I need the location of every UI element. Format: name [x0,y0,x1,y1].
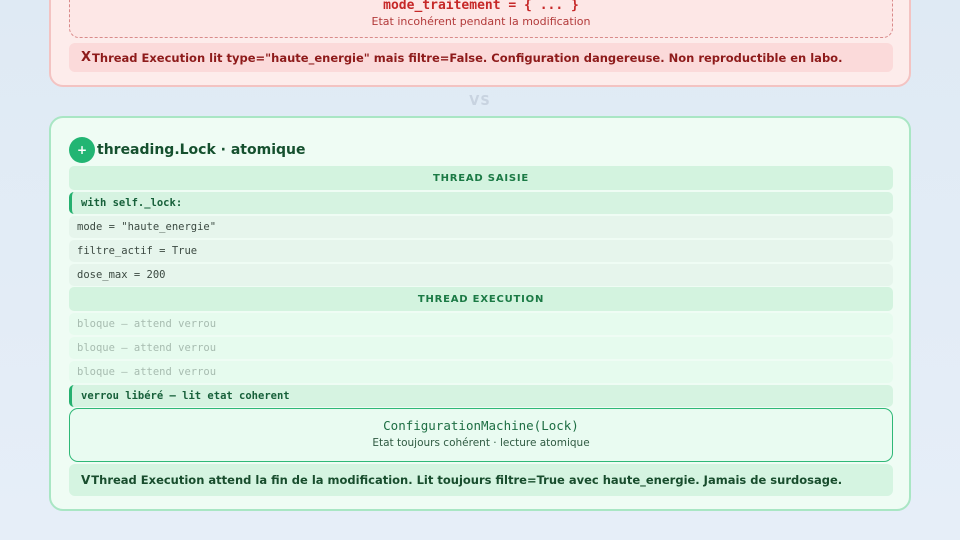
unsafe-machine-subtitle: Etat incohérent pendant la modification [371,15,591,28]
unsafe-verdict: X Thread Execution lit type="haute_energ… [69,43,893,72]
saisie-row-lock: with self._lock: [69,192,893,214]
execution-row-blocked: bloque — attend verrou [69,361,893,383]
saisie-row-mode: mode = "haute_energie" [69,216,893,238]
execution-row-released: verrou libéré — lit etat coherent [69,385,893,407]
unsafe-scenario-card: mode_traitement = { ... } Etat incohéren… [49,0,911,87]
locked-card-header: + threading.Lock · atomique [69,137,305,163]
locked-machine-subtitle: Etat toujours cohérent · lecture atomiqu… [372,437,590,449]
locked-machine-title: ConfigurationMachine(Lock) [383,418,579,433]
unsafe-machine-state-box: mode_traitement = { ... } Etat incohéren… [69,0,893,38]
unsafe-machine-title: mode_traitement = { ... } [383,0,579,13]
execution-row-blocked: bloque — attend verrou [69,337,893,359]
locked-card-title: threading.Lock · atomique [97,142,306,158]
locked-scenario-card: + threading.Lock · atomique THREAD SAISI… [49,116,911,511]
locked-verdict: V Thread Execution attend la fin de la m… [69,464,893,496]
locked-verdict-text: Thread Execution attend la fin de la mod… [91,473,843,487]
check-icon: V [81,473,91,487]
cross-icon: X [81,50,92,65]
unsafe-verdict-text: Thread Execution lit type="haute_energie… [92,50,843,65]
plus-icon: + [69,137,95,163]
thread-saisie-label: THREAD SAISIE [69,166,893,190]
thread-execution-label: THREAD EXECUTION [69,287,893,311]
vs-separator: VS [469,94,491,109]
locked-machine-state-box: ConfigurationMachine(Lock) Etat toujours… [69,408,893,462]
saisie-row-dose: dose_max = 200 [69,264,893,286]
execution-row-blocked: bloque — attend verrou [69,313,893,335]
saisie-row-filtre: filtre_actif = True [69,240,893,262]
